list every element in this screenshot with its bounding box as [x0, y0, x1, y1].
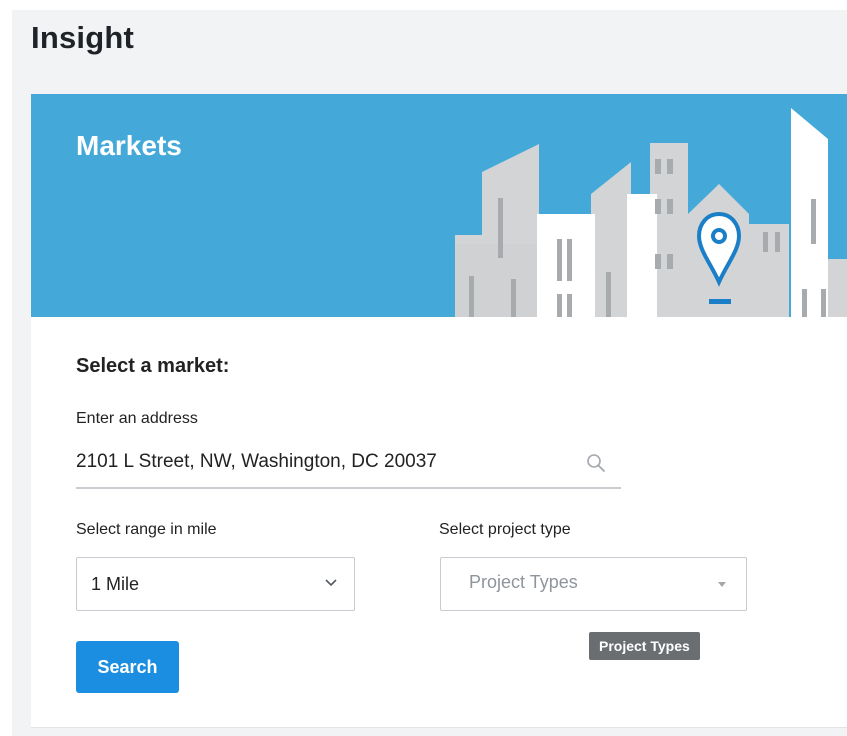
caret-down-icon	[718, 582, 726, 587]
city-skyline-illustration	[455, 108, 847, 317]
project-type-label: Select project type	[439, 521, 571, 538]
select-market-heading: Select a market:	[76, 355, 230, 377]
banner-title: Markets	[76, 130, 182, 161]
search-button[interactable]: Search	[76, 641, 179, 693]
project-type-placeholder: Project Types	[469, 572, 578, 592]
range-select[interactable]: 1 Mile	[76, 557, 355, 611]
address-input[interactable]	[76, 448, 566, 476]
range-label: Select range in mile	[76, 521, 217, 538]
chevron-down-icon	[325, 579, 337, 587]
range-select-value: 1 Mile	[91, 574, 140, 594]
project-type-select[interactable]: Project Types	[440, 557, 747, 611]
project-type-tooltip: Project Types	[589, 632, 700, 660]
search-icon[interactable]	[585, 452, 607, 474]
address-field	[76, 440, 621, 489]
markets-banner: Markets	[31, 94, 847, 317]
address-label: Enter an address	[76, 410, 198, 427]
app-title: Insight	[31, 20, 134, 55]
markets-card: Markets Select a market: Enter an addres…	[31, 94, 847, 728]
